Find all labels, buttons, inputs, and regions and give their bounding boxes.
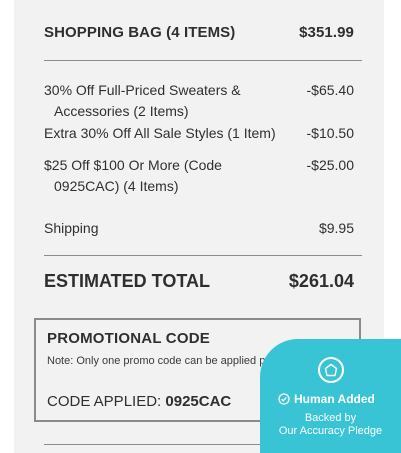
- shipping-value: $9.95: [318, 220, 354, 236]
- discount-label-line1: Extra 30% Off All Sale Styles (1 Item): [44, 125, 276, 141]
- discount-value: -$65.40: [306, 82, 354, 98]
- discount-row: $25 Off $100 Or More (Code 0925CAC) (4 I…: [44, 155, 354, 197]
- badge-title: Human Added: [294, 392, 375, 406]
- estimated-total-row: ESTIMATED TOTAL $261.04: [44, 271, 354, 292]
- shipping-label: Shipping: [44, 220, 99, 236]
- shopping-bag-row: SHOPPING BAG (4 ITEMS) $351.99: [44, 24, 354, 41]
- code-applied-value: 0925CAC: [165, 393, 232, 410]
- discount-label-line2: 0925CAC) (4 Items): [54, 178, 179, 194]
- discount-label-line1: $25 Off $100 Or More (Code: [44, 157, 222, 173]
- code-applied: CODE APPLIED: 0925CAC: [47, 393, 231, 410]
- discount-label-line1: 30% Off Full-Priced Sweaters &: [44, 82, 241, 98]
- estimated-total-value: $261.04: [288, 271, 354, 291]
- home-icon: [318, 357, 344, 383]
- code-applied-label: CODE APPLIED:: [47, 393, 162, 410]
- human-added-badge[interactable]: Human Added Backed by Our Accuracy Pledg…: [260, 339, 401, 453]
- discount-label-line2: Accessories (2 Items): [54, 103, 189, 119]
- shopping-bag-label: SHOPPING BAG (4 ITEMS): [44, 24, 236, 41]
- shopping-bag-total: $351.99: [299, 24, 354, 41]
- badge-subtitle: Backed by Our Accuracy Pledge: [260, 412, 401, 438]
- shipping-row: Shipping $9.95: [44, 218, 354, 239]
- check-circle-icon: [278, 393, 290, 405]
- badge-subtitle-line1: Backed by: [304, 412, 357, 424]
- discount-label: $25 Off $100 Or More (Code 0925CAC) (4 I…: [44, 155, 279, 197]
- estimated-total-label: ESTIMATED TOTAL: [44, 271, 210, 291]
- divider: [44, 255, 362, 256]
- discount-label: 30% Off Full-Priced Sweaters & Accessori…: [44, 80, 279, 122]
- badge-title-row: Human Added: [278, 392, 375, 406]
- divider: [44, 60, 362, 61]
- badge-subtitle-line2: Our Accuracy Pledge: [278, 425, 383, 437]
- discount-label: Extra 30% Off All Sale Styles (1 Item): [44, 123, 304, 144]
- discount-row: 30% Off Full-Priced Sweaters & Accessori…: [44, 80, 354, 122]
- discount-value: -$10.50: [306, 125, 354, 141]
- discount-row: Extra 30% Off All Sale Styles (1 Item) -…: [44, 123, 354, 144]
- discount-value: -$25.00: [306, 157, 354, 173]
- promo-code-title: PROMOTIONAL CODE: [47, 330, 210, 347]
